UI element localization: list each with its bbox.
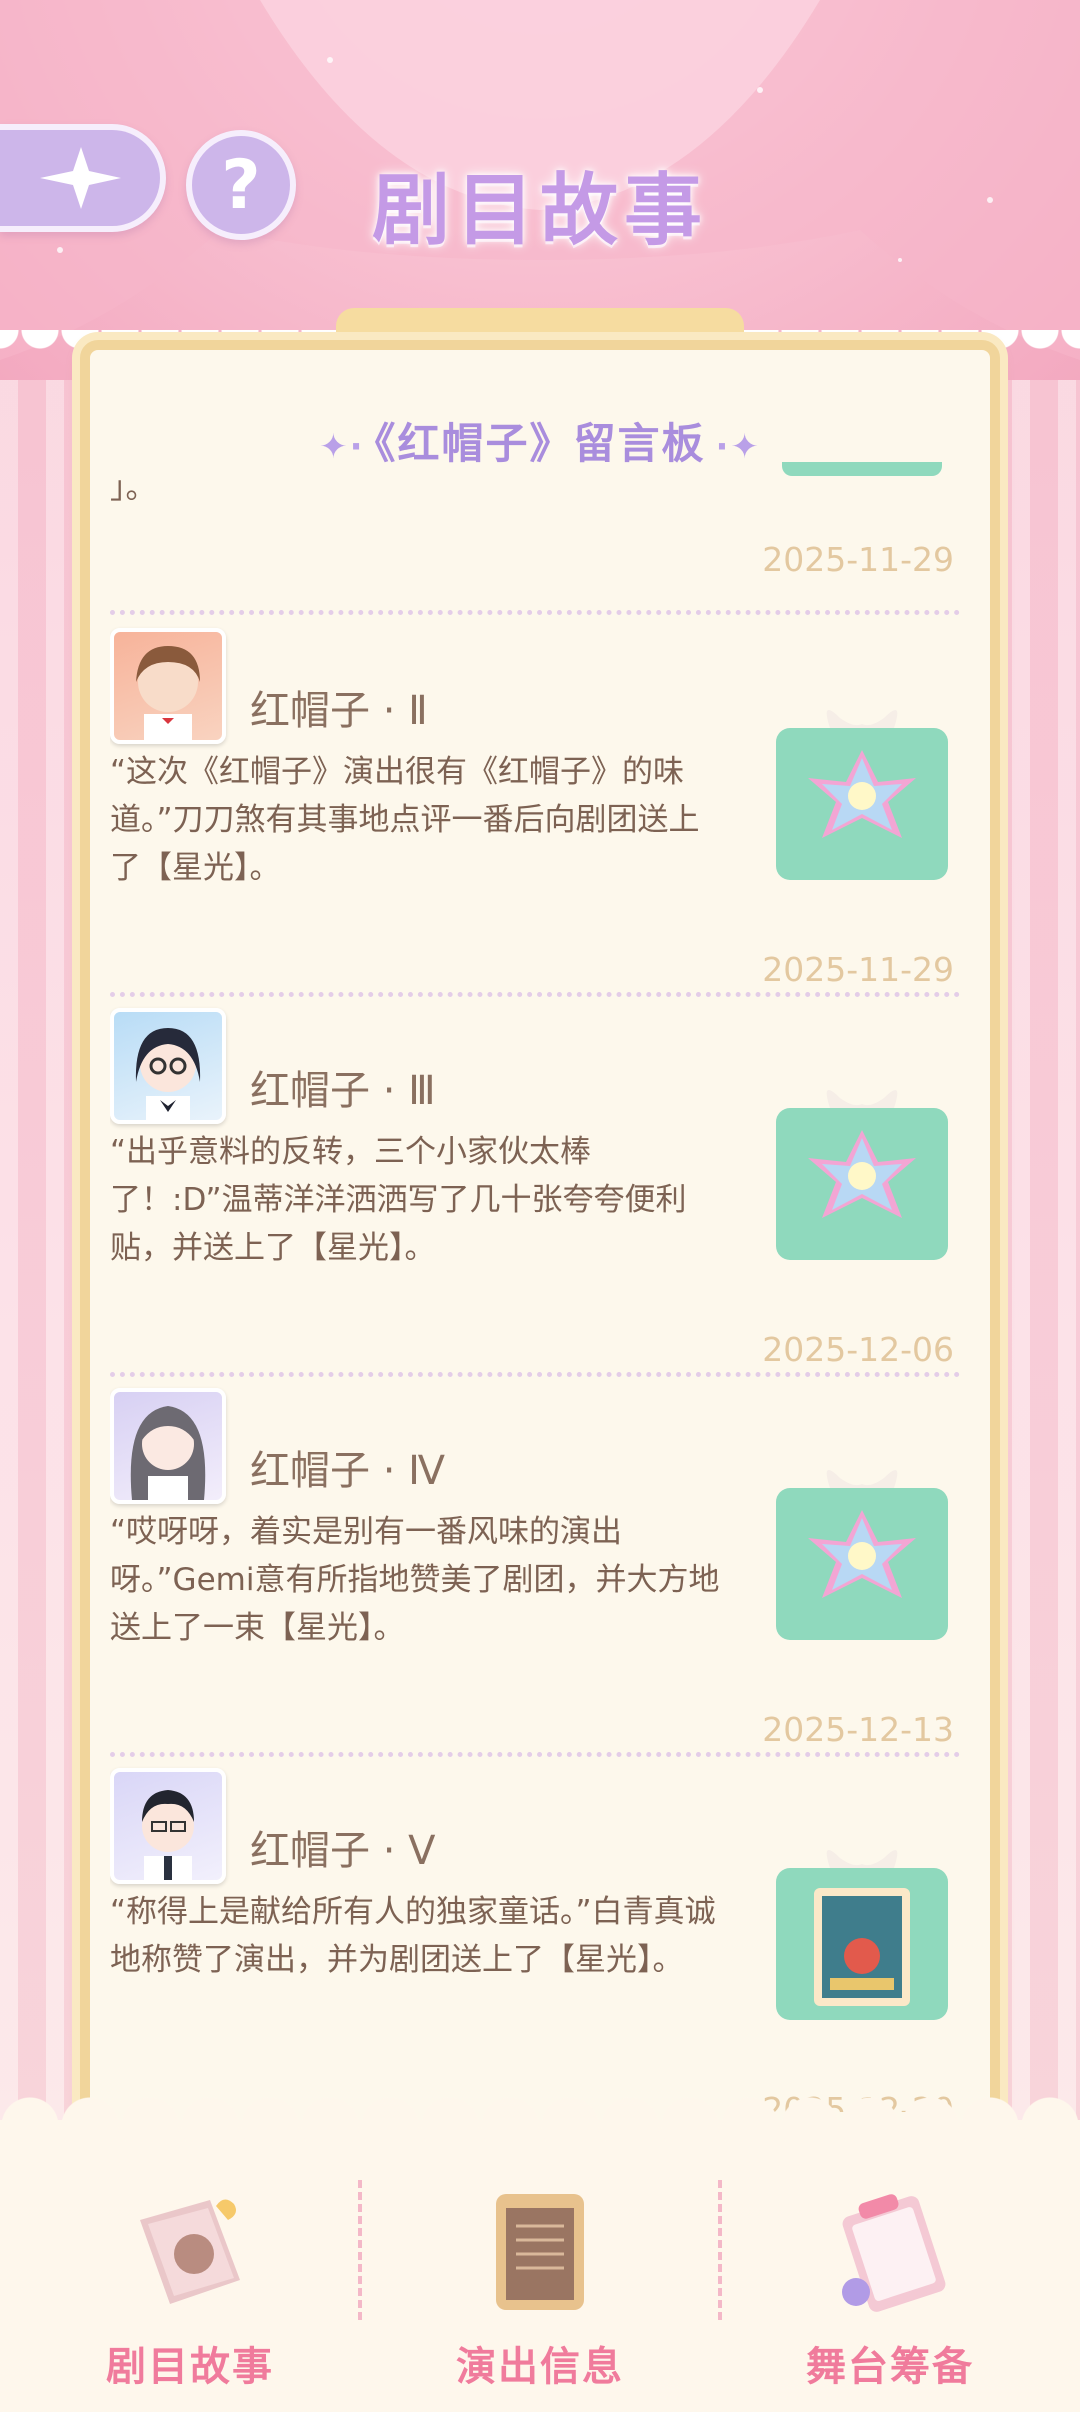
nav-item-performance-info[interactable]: 演出信息	[390, 2180, 690, 2400]
avatar	[110, 1008, 226, 1124]
page-title: 剧目故事	[371, 166, 708, 256]
sparkle-right-icon: ·✦	[715, 427, 761, 467]
sparkle-left-icon: ✦·	[319, 427, 365, 467]
entry-date: 2025-12-13	[762, 1710, 954, 1749]
bottom-navigation: 剧目故事 演出信息 舞台筹备	[0, 2096, 1080, 2412]
entry-text-tail: 」。	[110, 470, 157, 506]
avatar	[110, 628, 226, 744]
message-list[interactable]: 」。 2025-11-29 红帽子 · Ⅱ “这次《红帽子》演出很有《红帽子》的…	[110, 462, 970, 2112]
entry-text: “出乎意料的反转，三个小家伙太棒了！:D”温蒂洋洋洒洒写了几十张夸夸便利贴，并送…	[110, 1134, 687, 1266]
entry-title: 红帽子 · Ⅳ	[250, 1448, 446, 1494]
nav-label: 舞台筹备	[806, 2344, 974, 2390]
entry-date: 2025-11-29	[762, 540, 954, 579]
notice-board-icon	[496, 2194, 584, 2310]
storybook-icon	[140, 2199, 240, 2304]
board-title-text: 《红帽子》留言板	[374, 419, 706, 468]
avatar	[110, 1768, 226, 1884]
nav-divider	[718, 2180, 722, 2320]
divider	[110, 610, 960, 615]
entry-title: 红帽子 · Ⅴ	[250, 1828, 436, 1874]
star-gift-icon	[782, 462, 942, 476]
star-gift-icon	[776, 1090, 948, 1260]
nav-label: 剧目故事	[106, 2344, 274, 2390]
entry-title: 红帽子 · Ⅲ	[250, 1068, 436, 1114]
nav-item-stage-prep[interactable]: 舞台筹备	[740, 2180, 1040, 2400]
avatar	[110, 1388, 226, 1504]
entry-text: “称得上是献给所有人的独家童话。”白青真诚地称赞了演出，并为剧团送上了【星光】。	[110, 1894, 716, 1978]
list-item[interactable]: 红帽子 · Ⅴ “称得上是献给所有人的独家童话。”白青真诚地称赞了演出，并为剧团…	[110, 1768, 970, 2112]
storybook-gift-icon	[776, 1850, 948, 2020]
entry-date: 2025-12-06	[762, 1330, 954, 1369]
list-item[interactable]: 红帽子 · Ⅲ “出乎意料的反转，三个小家伙太棒了！:D”温蒂洋洋洒洒写了几十张…	[110, 1008, 970, 1378]
entry-text: “这次《红帽子》演出很有《红帽子》的味道。”刀刀煞有其事地点评一番后向剧团送上了…	[110, 754, 700, 886]
entry-date: 2025-11-29	[762, 950, 954, 989]
divider	[110, 1752, 960, 1757]
divider	[110, 1372, 960, 1377]
star-gift-icon	[776, 710, 948, 880]
nav-label: 演出信息	[456, 2344, 624, 2390]
nav-item-story[interactable]: 剧目故事	[40, 2180, 340, 2400]
nav-divider	[358, 2180, 362, 2320]
list-item[interactable]: 红帽子 · Ⅱ “这次《红帽子》演出很有《红帽子》的味道。”刀刀煞有其事地点评一…	[110, 628, 970, 998]
entry-text: “哎呀呀，着实是别有一番风味的演出呀。”Gemi意有所指地赞美了剧团，并大方地送…	[110, 1514, 720, 1646]
scallop-trim	[0, 2096, 1080, 2144]
divider	[110, 992, 960, 997]
entry-title: 红帽子 · Ⅱ	[250, 688, 428, 734]
clipboard-icon	[842, 2194, 946, 2312]
star-gift-icon	[776, 1470, 948, 1640]
list-item[interactable]: 红帽子 · Ⅳ “哎呀呀，着实是别有一番风味的演出呀。”Gemi意有所指地赞美了…	[110, 1388, 970, 1758]
